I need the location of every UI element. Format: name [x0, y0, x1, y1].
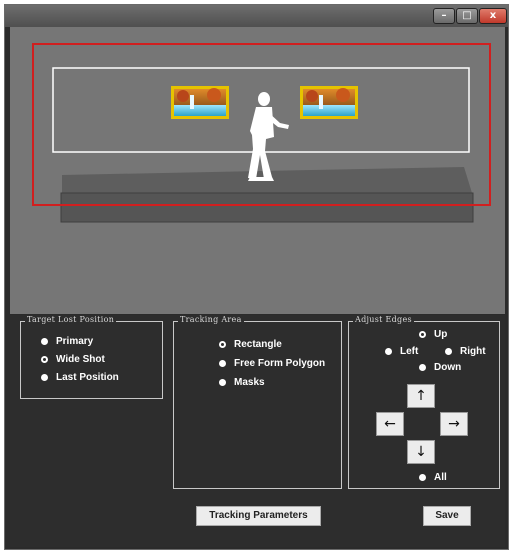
radio-masks-label: Masks	[234, 377, 265, 388]
radio-masks[interactable]: Masks	[219, 377, 265, 388]
radio-down-label: Down	[434, 362, 462, 373]
arrow-up-button[interactable]: ↑	[407, 384, 435, 408]
radio-primary-indicator[interactable]	[41, 338, 48, 345]
radio-free-form-polygon-label: Free Form Polygon	[234, 358, 326, 369]
radio-free-form-polygon-indicator[interactable]	[219, 360, 226, 367]
target-lost-position-group: Target Lost Position Primary Wide Shot L…	[20, 315, 163, 399]
radio-up-label: Up	[434, 329, 448, 340]
tracking-area-group: Tracking Area Rectangle Free Form Polygo…	[173, 315, 342, 489]
radio-wide-shot[interactable]: Wide Shot	[41, 354, 105, 365]
radio-down[interactable]: Down	[419, 362, 461, 373]
radio-primary[interactable]: Primary	[41, 336, 93, 347]
radio-wide-shot-indicator[interactable]	[41, 356, 48, 363]
stage-platform-front	[60, 192, 474, 223]
radio-right-indicator[interactable]	[445, 348, 452, 355]
picture-right	[300, 86, 358, 119]
radio-rectangle-indicator[interactable]	[219, 341, 226, 348]
radio-all-label: All	[434, 472, 447, 483]
app-window: – □ x Target Lost Position Primary Wide …	[4, 4, 509, 550]
presenter-silhouette	[248, 92, 289, 181]
radio-down-indicator[interactable]	[419, 364, 426, 371]
tracking-parameters-button[interactable]: Tracking Parameters	[196, 506, 321, 526]
radio-right-label: Right	[460, 346, 486, 357]
radio-up-indicator[interactable]	[419, 331, 426, 338]
radio-rectangle-label: Rectangle	[234, 339, 282, 350]
arrow-down-button[interactable]: ↓	[407, 440, 435, 464]
target-lost-position-title: Target Lost Position	[25, 315, 117, 324]
camera-preview[interactable]	[10, 27, 505, 314]
tracking-area-title: Tracking Area	[178, 315, 244, 324]
radio-left-label: Left	[400, 346, 419, 357]
arrow-right-button[interactable]: →	[440, 412, 468, 436]
title-bar: – □ x	[5, 5, 508, 27]
radio-up[interactable]: Up	[419, 329, 447, 340]
radio-left-indicator[interactable]	[385, 348, 392, 355]
minimize-button[interactable]: –	[433, 8, 455, 24]
adjust-edges-group: Adjust Edges Up Left Right Down ↑ ← → ↓	[348, 315, 500, 489]
picture-left	[171, 86, 229, 119]
adjust-edges-title: Adjust Edges	[353, 315, 414, 324]
radio-all-indicator[interactable]	[419, 474, 426, 481]
radio-rectangle[interactable]: Rectangle	[219, 339, 282, 350]
stage-scene	[32, 43, 491, 223]
radio-wide-shot-label: Wide Shot	[56, 354, 105, 365]
radio-primary-label: Primary	[56, 336, 94, 347]
radio-left[interactable]: Left	[385, 346, 418, 357]
arrow-left-button[interactable]: ←	[376, 412, 404, 436]
radio-last-position-indicator[interactable]	[41, 374, 48, 381]
radio-free-form-polygon[interactable]: Free Form Polygon	[219, 358, 325, 369]
radio-last-position-label: Last Position	[56, 372, 119, 383]
radio-all[interactable]: All	[419, 472, 447, 483]
radio-masks-indicator[interactable]	[219, 379, 226, 386]
save-button[interactable]: Save	[423, 506, 471, 526]
maximize-button[interactable]: □	[456, 8, 478, 24]
radio-right[interactable]: Right	[445, 346, 486, 357]
close-button[interactable]: x	[479, 8, 507, 24]
control-panel: Target Lost Position Primary Wide Shot L…	[10, 315, 505, 547]
radio-last-position[interactable]: Last Position	[41, 372, 119, 383]
